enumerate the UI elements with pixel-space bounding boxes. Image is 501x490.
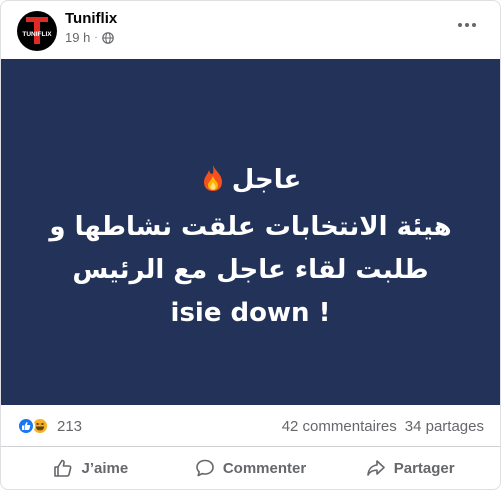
meta-separator: · [94,32,98,43]
post-image[interactable]: عاجل هيئة الانتخابات علقت نشاطها و طلبت … [1,59,500,405]
more-options-button[interactable] [452,15,482,35]
post-stats: 213 42 commentaires 34 partages [1,406,500,447]
avatar[interactable]: TUNIFLIX [17,11,57,51]
avatar-logo-text: TUNIFLIX [22,31,52,38]
more-options-icon [458,23,476,27]
engagement-counts: 42 commentaires 34 partages [282,418,484,435]
post-card: TUNIFLIX Tuniflix 19 h · عاجل هيئة الانت… [0,0,501,490]
comment-button[interactable]: Commenter [171,451,331,485]
comment-button-label: Commenter [222,459,307,477]
like-reaction-icon [17,417,35,435]
headline-line-1: عاجل [1,159,500,206]
shares-count-link[interactable]: 34 partages [405,418,484,435]
share-button[interactable]: Partager [330,451,490,485]
globe-icon [101,31,114,44]
headline-urgent-text: عاجل [231,165,302,195]
headline-line-4: isie down ! [170,298,331,328]
post-header: TUNIFLIX Tuniflix 19 h · [1,1,500,57]
share-icon [366,460,385,476]
like-button[interactable]: J’aime [11,451,171,485]
reactions-summary[interactable]: 213 [17,417,82,435]
post-image-text: عاجل هيئة الانتخابات علقت نشاطها و طلبت … [1,159,500,335]
page-name-link[interactable]: Tuniflix [65,10,117,27]
like-button-label: J’aime [81,459,129,477]
headline-line-3: طلبت لقاء عاجل مع الرئيس [72,255,429,285]
reaction-count: 213 [57,417,83,435]
thumbs-up-icon [54,459,72,477]
post-meta: 19 h · [65,30,114,45]
share-button-label: Partager [393,459,455,477]
post-actions: J’aime Commenter Partager [11,451,490,485]
comment-icon [196,459,214,477]
headline-line-2: هيئة الانتخابات علقت نشاطها و [49,212,452,242]
tuniflix-logo-icon: TUNIFLIX [22,17,52,44]
post-time-link[interactable]: 19 h [65,30,90,45]
comments-count-link[interactable]: 42 commentaires [282,418,397,435]
fire-icon [200,163,226,206]
